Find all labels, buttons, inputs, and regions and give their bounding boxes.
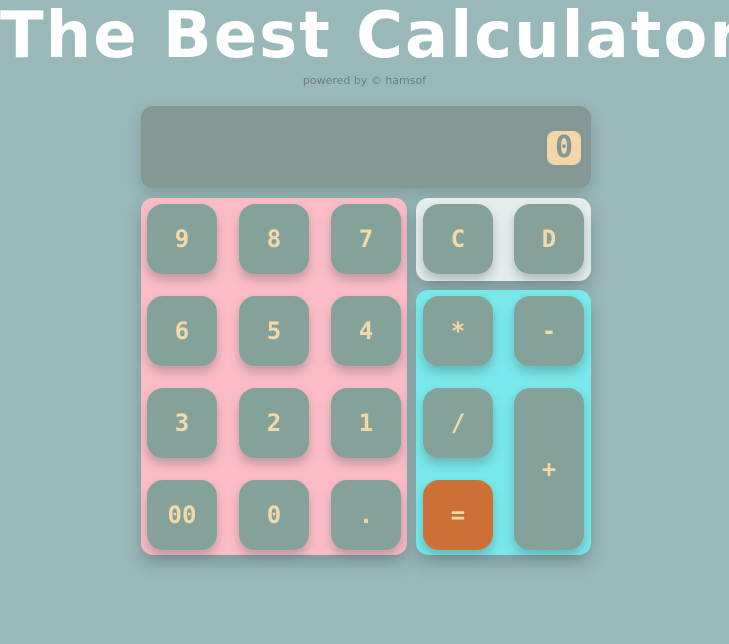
key-0[interactable]: 0 (239, 480, 309, 550)
key-3[interactable]: 3 (147, 388, 217, 458)
number-keypad: 9 8 7 6 5 4 3 2 1 00 0 . (141, 198, 407, 555)
key-decimal-point[interactable]: . (331, 480, 401, 550)
divide-button[interactable]: / (423, 388, 493, 458)
key-2[interactable]: 2 (239, 388, 309, 458)
display-value: 0 (547, 131, 581, 165)
key-double-zero[interactable]: 00 (147, 480, 217, 550)
powered-by-credit: powered by © hamsof (302, 74, 427, 87)
add-button[interactable]: + (514, 388, 584, 550)
key-9[interactable]: 9 (147, 204, 217, 274)
multiply-button[interactable]: * (423, 296, 493, 366)
key-5[interactable]: 5 (239, 296, 309, 366)
key-8[interactable]: 8 (239, 204, 309, 274)
key-7[interactable]: 7 (331, 204, 401, 274)
calculator-display: 0 (141, 106, 591, 188)
delete-button[interactable]: D (514, 204, 584, 274)
key-1[interactable]: 1 (331, 388, 401, 458)
key-6[interactable]: 6 (147, 296, 217, 366)
key-4[interactable]: 4 (331, 296, 401, 366)
operator-keypad: * - / + = (416, 290, 591, 555)
subtract-button[interactable]: - (514, 296, 584, 366)
calculator-page: The Best Calculator powered by © hamsof … (0, 0, 729, 644)
clear-button[interactable]: C (423, 204, 493, 274)
clear-keypad: C D (416, 198, 591, 281)
equals-button[interactable]: = (423, 480, 493, 550)
page-title: The Best Calculator (0, 0, 729, 73)
